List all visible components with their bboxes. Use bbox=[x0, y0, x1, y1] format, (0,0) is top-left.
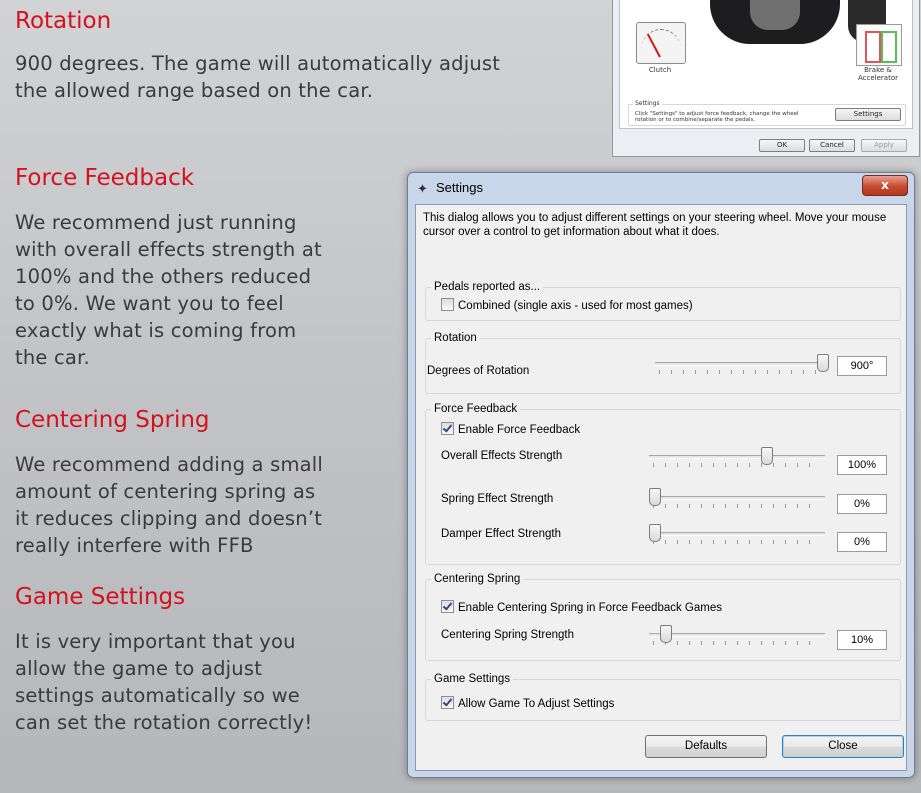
spring-strength-value: 0% bbox=[837, 494, 887, 514]
settings-hint: Click "Settings" to adjust force feedbac… bbox=[635, 111, 799, 123]
settings-button[interactable]: Settings bbox=[835, 108, 901, 121]
checkbox-icon bbox=[441, 422, 454, 435]
section-text: 900 degrees. The game will automatically… bbox=[15, 52, 501, 102]
settings-group: Settings Click "Settings" to adjust forc… bbox=[628, 100, 906, 126]
section-text: We recommend adding a small amount of ce… bbox=[15, 453, 324, 557]
damper-strength-value: 0% bbox=[837, 532, 887, 552]
section-heading: Centering Spring bbox=[15, 407, 210, 433]
cancel-button[interactable]: Cancel bbox=[809, 139, 855, 152]
game-settings-legend: Game Settings bbox=[431, 672, 514, 686]
clutch-gauge-icon bbox=[636, 22, 686, 64]
wheel-properties-panel: Clutch Brake & Accelerator Settings Click… bbox=[619, 0, 913, 129]
overall-strength-label: Overall Effects Strength bbox=[441, 450, 563, 462]
section-heading: Rotation bbox=[15, 8, 112, 34]
section-text: We recommend just running with overall e… bbox=[15, 211, 322, 369]
pedals-legend: Pedals reported as... bbox=[431, 280, 544, 294]
force-feedback-group: Force Feedback Enable Force Feedback Ove… bbox=[425, 402, 901, 565]
centering-strength-label: Centering Spring Strength bbox=[441, 629, 574, 641]
guide-centering-spring: Centering Spring We recommend adding a s… bbox=[15, 407, 395, 559]
section-text: It is very important that you allow the … bbox=[15, 630, 313, 734]
pedals-group: Pedals reported as... Combined (single a… bbox=[425, 280, 901, 321]
section-heading: Game Settings bbox=[15, 584, 186, 610]
section-heading: Force Feedback bbox=[15, 165, 195, 191]
centering-strength-value: 10% bbox=[837, 630, 887, 650]
clutch-label: Clutch bbox=[648, 66, 672, 74]
ok-button[interactable]: OK bbox=[759, 139, 805, 152]
rotation-group: Rotation Degrees of Rotation 900° bbox=[425, 331, 901, 394]
dialog-titlebar[interactable]: ✦ Settings x bbox=[408, 173, 914, 203]
force-feedback-legend: Force Feedback bbox=[431, 402, 521, 416]
combined-checkbox[interactable]: Combined (single axis - used for most ga… bbox=[441, 298, 693, 313]
brake-accelerator-gauge-icon bbox=[856, 24, 902, 66]
wheel-properties-dialog: Clutch Brake & Accelerator Settings Click… bbox=[612, 0, 920, 157]
damper-strength-thumb[interactable] bbox=[649, 524, 661, 542]
allow-adjust-checkbox[interactable]: Allow Game To Adjust Settings bbox=[441, 696, 614, 711]
degrees-label: Degrees of Rotation bbox=[427, 365, 530, 377]
settings-caption: Settings bbox=[633, 100, 662, 107]
centering-spring-group: Centering Spring Enable Centering Spring… bbox=[425, 572, 901, 661]
dialog-client: This dialog allows you to adjust differe… bbox=[415, 204, 907, 771]
centering-strength-thumb[interactable] bbox=[660, 625, 672, 643]
overall-strength-thumb[interactable] bbox=[761, 447, 773, 465]
spring-strength-label: Spring Effect Strength bbox=[441, 493, 554, 505]
defaults-button[interactable]: Defaults bbox=[645, 735, 767, 758]
rotation-thumb[interactable] bbox=[817, 354, 829, 372]
spring-strength-thumb[interactable] bbox=[649, 488, 661, 506]
rotation-legend: Rotation bbox=[431, 331, 480, 345]
close-button[interactable]: Close bbox=[782, 735, 904, 758]
damper-strength-label: Damper Effect Strength bbox=[441, 528, 561, 540]
spring-strength-slider[interactable] bbox=[649, 488, 825, 512]
intro-text: This dialog allows you to adjust differe… bbox=[423, 212, 887, 238]
game-settings-group: Game Settings Allow Game To Adjust Setti… bbox=[425, 672, 901, 721]
guide-force-feedback: Force Feedback We recommend just running… bbox=[15, 165, 395, 371]
rotation-value: 900° bbox=[837, 356, 887, 376]
centering-spring-legend: Centering Spring bbox=[431, 572, 524, 586]
settings-dialog: ✦ Settings x This dialog allows you to a… bbox=[407, 172, 915, 778]
enable-centering-checkbox[interactable]: Enable Centering Spring in Force Feedbac… bbox=[441, 600, 722, 615]
logitech-icon: ✦ bbox=[417, 182, 428, 197]
checkbox-icon bbox=[441, 298, 454, 311]
checkbox-icon bbox=[441, 696, 454, 709]
overall-strength-value: 100% bbox=[837, 455, 887, 475]
rotation-slider[interactable] bbox=[655, 354, 829, 378]
checkbox-icon bbox=[441, 600, 454, 613]
overall-strength-slider[interactable] bbox=[649, 447, 825, 471]
brake-accelerator-label: Brake & Accelerator bbox=[858, 66, 898, 82]
damper-strength-slider[interactable] bbox=[649, 524, 825, 548]
guide-rotation: Rotation 900 degrees. The game will auto… bbox=[15, 8, 605, 104]
apply-button[interactable]: Apply bbox=[861, 139, 907, 152]
guide-game-settings: Game Settings It is very important that … bbox=[15, 584, 395, 736]
close-icon[interactable]: x bbox=[862, 175, 908, 196]
steering-wheel-icon bbox=[710, 0, 840, 44]
dialog-title: Settings bbox=[436, 180, 483, 195]
enable-ffb-checkbox[interactable]: Enable Force Feedback bbox=[441, 422, 580, 437]
centering-strength-slider[interactable] bbox=[649, 625, 825, 649]
